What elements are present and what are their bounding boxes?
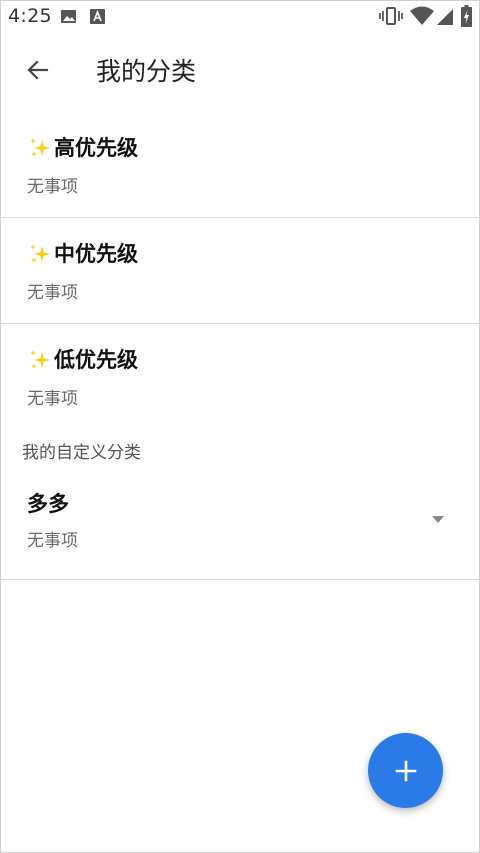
- status-time: 4:25: [8, 5, 52, 27]
- category-item-low[interactable]: 低优先级 无事项: [0, 324, 480, 430]
- category-name: 低优先级: [54, 348, 138, 372]
- category-title-row: 高优先级: [28, 134, 138, 162]
- app-bar: 我的分类: [0, 32, 480, 112]
- wifi-icon: [410, 6, 434, 25]
- category-item-high[interactable]: 高优先级 无事项: [0, 112, 480, 218]
- arrow-back-icon: [27, 60, 49, 80]
- category-item-medium[interactable]: 中优先级 无事项: [0, 218, 480, 324]
- custom-category-item[interactable]: 多多 无事项: [0, 468, 480, 580]
- category-title-row: 低优先级: [28, 346, 138, 374]
- category-title-row: 中优先级: [28, 240, 138, 268]
- battery-charging-icon: [461, 5, 472, 27]
- category-count: 无事项: [27, 531, 78, 551]
- a-text-icon: [90, 9, 105, 24]
- dropdown-arrow-icon[interactable]: [432, 516, 444, 524]
- vibrate-icon: [379, 7, 403, 25]
- back-button[interactable]: [14, 46, 62, 94]
- signal-icon: [437, 9, 453, 25]
- image-icon: [61, 10, 76, 23]
- category-name: 多多: [27, 492, 69, 516]
- sparkle-icon: [30, 350, 50, 369]
- page-title: 我的分类: [96, 57, 197, 86]
- add-category-button[interactable]: [368, 733, 443, 808]
- category-count: 无事项: [27, 283, 78, 303]
- category-count: 无事项: [27, 389, 78, 409]
- section-header-label: 我的自定义分类: [22, 443, 141, 463]
- category-count: 无事项: [27, 177, 78, 197]
- sparkle-icon: [30, 138, 50, 157]
- status-bar: 4:25: [0, 0, 480, 32]
- custom-section-header: 我的自定义分类: [0, 430, 480, 468]
- sparkle-icon: [30, 244, 50, 263]
- category-name: 中优先级: [54, 242, 138, 266]
- category-name: 高优先级: [54, 136, 138, 160]
- plus-icon: [395, 760, 416, 781]
- category-list: 高优先级 无事项 中优先级 无事项 低优先级 无事项 我的自定义分类 多多 无事…: [0, 112, 480, 580]
